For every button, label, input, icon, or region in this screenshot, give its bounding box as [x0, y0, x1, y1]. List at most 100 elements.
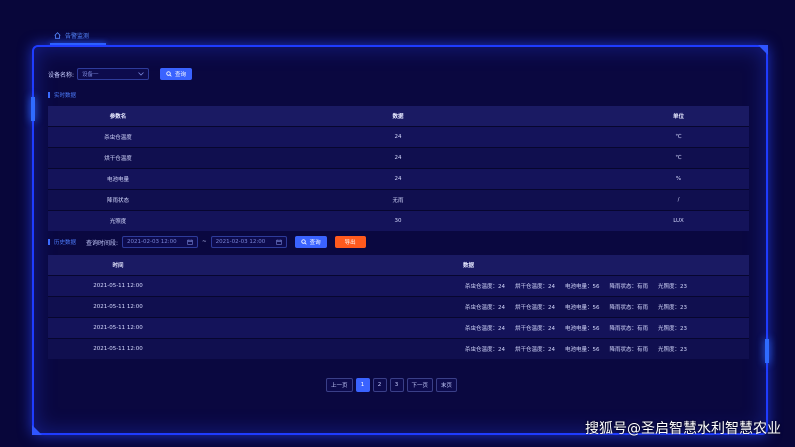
next-page-button[interactable]: 下一页	[406, 378, 434, 392]
tab-alarm-monitor[interactable]: 告警监测	[54, 28, 89, 42]
pagination: 上一页 1 2 3 下一页 末页	[326, 378, 458, 392]
corner-decoration	[758, 45, 768, 55]
data-item: 杀虫仓温度：24	[464, 347, 505, 353]
last-page-button[interactable]: 末页	[436, 378, 458, 392]
table-row: 2021-05-11 12:00 杀虫仓温度：24 烘干仓温度：24 电池电量：…	[48, 296, 749, 317]
title-bar	[48, 239, 50, 245]
row-data: 杀虫仓温度：24 烘干仓温度：24 电池电量：56 降雨状态：有雨 光照度：23	[188, 345, 749, 353]
param-value: 24	[394, 134, 402, 140]
main-panel: 设备名称: 设备一 查询 实时数据 参数名 数据 单位 杀虫仓温度 24 ℃ 烘…	[31, 45, 769, 435]
realtime-table: 参数名 数据 单位 杀虫仓温度 24 ℃ 烘干仓温度 24 ℃ 电池电量 24 …	[48, 106, 749, 231]
table-row: 2021-05-11 12:00 杀虫仓温度：24 烘干仓温度：24 电池电量：…	[48, 275, 749, 296]
table-header: 参数名 数据 单位	[48, 106, 749, 126]
data-item: 降雨状态：有雨	[609, 284, 648, 290]
table-row: 电池电量 24 %	[48, 168, 749, 189]
param-name: 降雨状态	[106, 198, 129, 204]
row-time: 2021-05-11 12:00	[93, 325, 143, 331]
search-icon	[166, 71, 172, 77]
header-param: 参数名	[109, 114, 127, 120]
header-data: 数据	[462, 263, 474, 269]
param-unit: ℃	[675, 134, 682, 140]
data-item: 杀虫仓温度：24	[464, 305, 505, 311]
history-filter: 历史数据 查询时间段: 2021-02-03 12:00 ~ 2021-02-0…	[48, 236, 366, 248]
calendar-icon	[187, 239, 193, 245]
end-date-value: 2021-02-03 12:00	[215, 239, 266, 245]
title-bar	[48, 92, 50, 98]
device-select[interactable]: 设备一	[77, 68, 150, 80]
table-row: 烘干仓温度 24 ℃	[48, 147, 749, 168]
data-item: 烘干仓温度：24	[514, 284, 555, 290]
start-date-picker[interactable]: 2021-02-03 12:00	[122, 236, 199, 248]
param-name: 烘干仓温度	[104, 156, 132, 162]
data-item: 杀虫仓温度：24	[464, 326, 505, 332]
param-value: 24	[394, 155, 402, 161]
param-unit: ℃	[675, 155, 682, 161]
corner-decoration	[32, 425, 42, 435]
history-table: 时间 数据 2021-05-11 12:00 杀虫仓温度：24 烘干仓温度：24…	[48, 255, 749, 359]
side-decoration	[31, 97, 35, 121]
row-time: 2021-05-11 12:00	[93, 346, 143, 352]
table-row: 2021-05-11 12:00 杀虫仓温度：24 烘干仓温度：24 电池电量：…	[48, 317, 749, 338]
query-label: 查询	[309, 240, 321, 246]
param-value: 24	[394, 176, 402, 182]
data-item: 降雨状态：有雨	[609, 305, 648, 311]
prev-page-button[interactable]: 上一页	[326, 378, 353, 392]
data-item: 降雨状态：有雨	[609, 347, 648, 353]
home-icon	[54, 31, 61, 39]
start-date-value: 2021-02-03 12:00	[127, 239, 177, 245]
export-button[interactable]: 导出	[334, 236, 366, 248]
tab-label: 告警监测	[65, 32, 90, 40]
data-item: 光照度：23	[658, 326, 687, 332]
history-title-text: 历史数据	[54, 240, 77, 246]
table-row: 光照度 30 LUX	[48, 210, 749, 231]
device-filter: 设备名称: 设备一 查询	[48, 68, 193, 80]
row-time: 2021-05-11 12:00	[93, 283, 143, 289]
device-query-button[interactable]: 查询	[160, 68, 193, 80]
data-item: 光照度：23	[658, 284, 687, 290]
param-value: 无雨	[392, 198, 404, 204]
param-name: 电池电量	[106, 177, 129, 183]
header-time: 时间	[112, 263, 124, 269]
param-unit: /	[677, 197, 680, 203]
table-row: 杀虫仓温度 24 ℃	[48, 126, 749, 147]
device-name-label: 设备名称:	[48, 71, 75, 79]
realtime-section-title: 实时数据	[48, 91, 76, 99]
history-section-title: 历史数据	[48, 238, 76, 246]
param-name: 杀虫仓温度	[104, 135, 132, 141]
data-item: 电池电量：56	[564, 326, 600, 332]
query-label: 查询	[175, 72, 187, 78]
chevron-down-icon	[138, 72, 144, 76]
table-header: 时间 数据	[48, 255, 749, 275]
page-button-3[interactable]: 3	[389, 378, 404, 392]
data-item: 烘干仓温度：24	[514, 347, 555, 353]
history-query-button[interactable]: 查询	[294, 236, 327, 248]
data-item: 杀虫仓温度：24	[464, 284, 505, 290]
header-unit: 单位	[672, 114, 684, 120]
data-item: 降雨状态：有雨	[609, 326, 648, 332]
realtime-title-text: 实时数据	[54, 93, 77, 99]
page-button-1[interactable]: 1	[355, 378, 370, 392]
data-item: 电池电量：56	[564, 305, 600, 311]
header-data: 数据	[392, 114, 404, 120]
data-item: 烘干仓温度：24	[514, 326, 555, 332]
range-separator: ~	[202, 239, 207, 245]
page-button-2[interactable]: 2	[372, 378, 387, 392]
param-unit: %	[675, 176, 682, 182]
data-item: 电池电量：56	[564, 347, 600, 353]
data-item: 光照度：23	[658, 305, 687, 311]
end-date-picker[interactable]: 2021-02-03 12:00	[210, 236, 287, 248]
side-decoration	[765, 339, 769, 363]
data-item: 烘干仓温度：24	[514, 305, 555, 311]
time-range-label: 查询时间段:	[86, 239, 119, 247]
data-item: 电池电量：56	[564, 284, 600, 290]
param-name: 光照度	[109, 219, 127, 225]
data-item: 光照度：23	[658, 347, 687, 353]
row-data: 杀虫仓温度：24 烘干仓温度：24 电池电量：56 降雨状态：有雨 光照度：23	[188, 282, 749, 290]
row-data: 杀虫仓温度：24 烘干仓温度：24 电池电量：56 降雨状态：有雨 光照度：23	[188, 303, 749, 311]
calendar-icon	[275, 239, 282, 245]
param-unit: LUX	[673, 218, 684, 224]
watermark-text: 搜狐号@圣启智慧水利智慧农业	[585, 421, 781, 437]
row-time: 2021-05-11 12:00	[93, 304, 143, 310]
table-row: 降雨状态 无雨 /	[48, 189, 749, 210]
table-row: 2021-05-11 12:00 杀虫仓温度：24 烘干仓温度：24 电池电量：…	[48, 338, 749, 359]
